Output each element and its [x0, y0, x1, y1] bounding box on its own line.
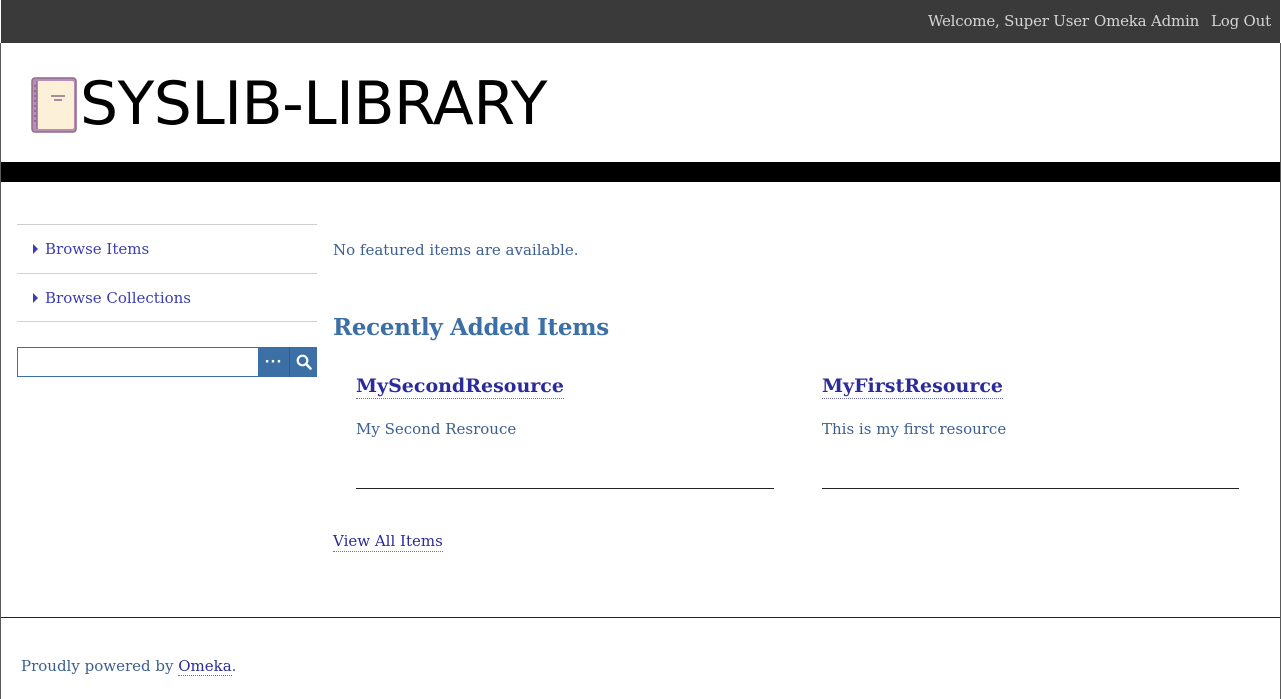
- search-icon: [296, 354, 312, 370]
- sidebar-nav: Browse Items Browse Collections: [17, 224, 317, 322]
- nav-label: Browse Items: [45, 240, 150, 258]
- footer-divider: [1, 617, 1280, 618]
- item-title-link[interactable]: MyFirstResource: [822, 375, 1003, 399]
- nav-browse-items[interactable]: Browse Items: [17, 224, 317, 273]
- footer-credit: Proudly powered by Omeka.: [21, 657, 237, 676]
- site-title-link[interactable]: SYSLIB-LIBRARY: [80, 68, 547, 140]
- advanced-search-button[interactable]: ···: [258, 347, 289, 377]
- welcome-user-link[interactable]: Welcome, Super User: [928, 12, 1089, 30]
- header-image-band: [1, 162, 1280, 182]
- nav-label: Browse Collections: [45, 289, 192, 307]
- search-input[interactable]: [17, 347, 259, 377]
- recent-items-heading: Recently Added Items: [333, 314, 609, 341]
- featured-empty-message: No featured items are available.: [333, 241, 579, 259]
- omeka-admin-link[interactable]: Omeka Admin: [1094, 12, 1199, 30]
- view-all-items-link[interactable]: View All Items: [333, 532, 443, 552]
- search-form: ···: [17, 347, 317, 377]
- item-title-link[interactable]: MySecondResource: [356, 375, 564, 399]
- admin-bar: Welcome, Super User Omeka Admin Log Out: [1, 0, 1280, 43]
- item-card: MyFirstResource This is my first resourc…: [822, 375, 1239, 489]
- caret-right-icon: [33, 293, 38, 303]
- item-card: MySecondResource My Second Resrouce: [356, 375, 774, 489]
- search-submit-button[interactable]: [289, 347, 317, 377]
- omeka-link[interactable]: Omeka: [178, 657, 232, 676]
- footer-suffix: .: [231, 657, 237, 675]
- book-icon[interactable]: [31, 77, 77, 133]
- caret-right-icon: [33, 244, 38, 254]
- footer-prefix: Proudly powered by: [21, 657, 179, 675]
- item-description: This is my first resource: [822, 420, 1007, 438]
- nav-browse-collections[interactable]: Browse Collections: [17, 273, 317, 322]
- item-description: My Second Resrouce: [356, 420, 517, 438]
- log-out-link[interactable]: Log Out: [1211, 12, 1271, 30]
